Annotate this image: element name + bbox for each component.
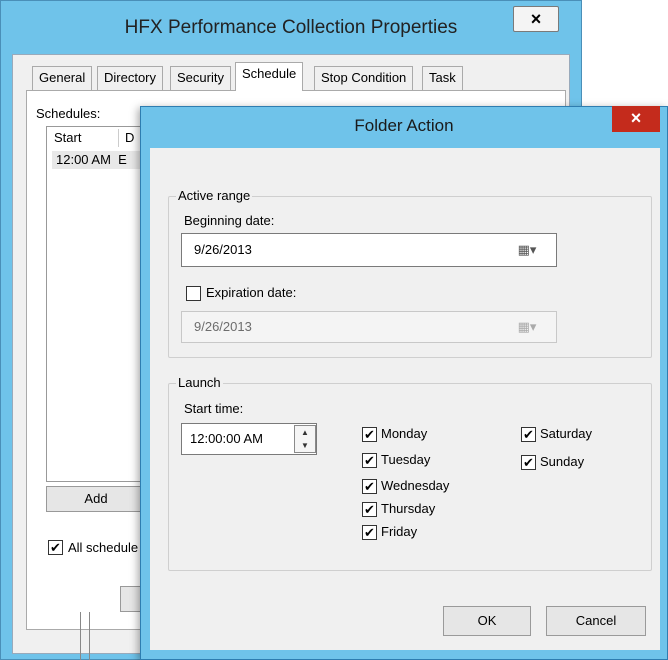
tuesday-label: Tuesday — [381, 452, 431, 467]
saturday-label: Saturday — [540, 426, 593, 441]
table-row[interactable]: 12:00 AM E — [52, 151, 152, 169]
active-range-legend: Active range — [176, 188, 253, 203]
add-button[interactable]: Add — [46, 486, 146, 512]
spin-up-icon[interactable]: ▲ — [295, 426, 315, 439]
thursday-label: Thursday — [381, 501, 436, 516]
expiration-date-value: 9/26/2013 — [194, 319, 252, 334]
ok-button[interactable]: OK — [443, 606, 531, 636]
properties-window-title: HFX Performance Collection Properties — [124, 17, 458, 38]
check-icon: ✔ — [523, 427, 534, 442]
beginning-date-label: Beginning date: — [184, 213, 275, 228]
start-time-spinner[interactable]: ▲ ▼ — [294, 425, 316, 453]
calendar-icon[interactable]: ▦▾ — [516, 243, 538, 257]
monday-label: Monday — [381, 426, 428, 441]
all-schedules-label: All schedule — [68, 540, 139, 555]
all-schedules-checkbox[interactable]: ✔ — [48, 540, 63, 555]
check-icon: ✔ — [50, 540, 61, 555]
calendar-icon[interactable]: ▦▾ — [516, 320, 538, 334]
beginning-date-value: 9/26/2013 — [194, 242, 252, 257]
sunday-checkbox[interactable]: ✔ — [521, 455, 536, 470]
friday-checkbox[interactable]: ✔ — [362, 525, 377, 540]
close-icon: × — [530, 9, 542, 29]
close-icon: × — [630, 108, 642, 128]
check-icon: ✔ — [364, 427, 375, 442]
thursday-checkbox[interactable]: ✔ — [362, 502, 377, 517]
dialog-title: Folder Action — [354, 116, 454, 135]
launch-legend: Launch — [176, 375, 223, 390]
saturday-checkbox[interactable]: ✔ — [521, 427, 536, 442]
monday-checkbox[interactable]: ✔ — [362, 427, 377, 442]
window-edge-divider — [80, 612, 90, 660]
wednesday-label: Wednesday — [381, 478, 450, 493]
column-header-start[interactable]: Start — [54, 130, 81, 145]
close-button[interactable]: × — [513, 6, 559, 32]
column-header-d[interactable]: D — [125, 130, 134, 145]
check-icon: ✔ — [364, 453, 375, 468]
check-icon: ✔ — [364, 479, 375, 494]
check-icon: ✔ — [364, 525, 375, 540]
wednesday-checkbox[interactable]: ✔ — [362, 479, 377, 494]
spin-down-icon[interactable]: ▼ — [295, 439, 315, 452]
tab-stop-condition[interactable]: Stop Condition — [314, 66, 414, 90]
dialog-close-button[interactable]: × — [612, 106, 660, 132]
tab-security[interactable]: Security — [170, 66, 231, 90]
schedules-label: Schedules: — [36, 106, 101, 121]
check-icon: ✔ — [364, 502, 375, 517]
sunday-label: Sunday — [540, 454, 585, 469]
expiration-date-label: Expiration date: — [206, 285, 297, 300]
cancel-button[interactable]: Cancel — [546, 606, 646, 636]
start-time-value: 12:00:00 AM — [190, 431, 263, 446]
tab-general[interactable]: General — [32, 66, 93, 90]
check-icon: ✔ — [523, 455, 534, 470]
tuesday-checkbox[interactable]: ✔ — [362, 453, 377, 468]
row-start-cell: 12:00 AM — [56, 152, 111, 167]
expiration-date-checkbox[interactable] — [186, 286, 201, 301]
start-time-label: Start time: — [184, 401, 244, 416]
tab-task[interactable]: Task — [422, 66, 463, 90]
friday-label: Friday — [381, 524, 418, 539]
column-separator — [118, 129, 119, 147]
row-d-cell: E — [118, 152, 127, 167]
tab-schedule[interactable]: Schedule — [235, 62, 304, 91]
tab-directory[interactable]: Directory — [97, 66, 164, 90]
